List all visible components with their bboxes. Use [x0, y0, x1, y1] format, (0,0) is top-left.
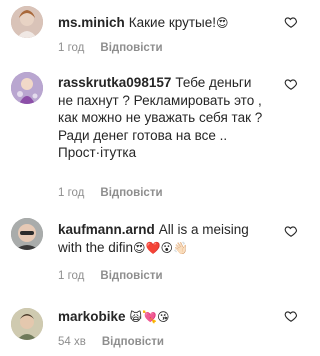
reply-button[interactable]: Відповісти	[100, 270, 162, 282]
comment-text: Какие крутые!	[128, 15, 217, 30]
reply-button[interactable]: Відповісти	[100, 42, 162, 54]
heart-outline-icon[interactable]	[284, 224, 298, 238]
comment-meta: 1 год Відповісти	[58, 42, 179, 54]
comment-username[interactable]: rasskrutka098157	[58, 75, 171, 90]
reply-button[interactable]: Відповісти	[100, 187, 162, 199]
avatar[interactable]	[11, 308, 43, 340]
comment-emoji: 😍❤️😮👋🏻	[133, 240, 188, 255]
comment-username[interactable]: kaufmann.arnd	[58, 222, 155, 237]
comment-item: rasskrutka098157 Тебе деньги не пахнут ? …	[0, 66, 311, 206]
comment-body: markobike 🙀💘😘	[58, 308, 268, 327]
comment-meta: 1 год Відповісти	[58, 187, 179, 199]
comment-time: 1 год	[58, 270, 85, 282]
avatar[interactable]	[11, 72, 43, 104]
comment-username[interactable]: markobike	[58, 309, 126, 324]
comment-body: kaufmann.arnd All is a meising with the d…	[58, 221, 268, 257]
heart-outline-icon[interactable]	[284, 309, 298, 323]
avatar[interactable]	[11, 6, 43, 38]
comment-emoji: 🙀💘😘	[129, 310, 170, 324]
comment-username[interactable]: ms.minich	[58, 15, 125, 30]
comment-time: 54 хв	[58, 336, 86, 348]
comment-emoji: 😍	[216, 16, 229, 30]
comment-time: 1 год	[58, 187, 85, 199]
avatar[interactable]	[11, 218, 43, 250]
comment-item: kaufmann.arnd All is a meising with the d…	[0, 216, 311, 296]
comment-item: ms.minich Какие крутые!😍 1 год Відповісти	[0, 0, 311, 60]
comment-time: 1 год	[58, 42, 85, 54]
heart-outline-icon[interactable]	[284, 15, 298, 29]
comment-meta: 54 хв Відповісти	[58, 336, 180, 348]
heart-outline-icon[interactable]	[284, 77, 298, 91]
reply-button[interactable]: Відповісти	[102, 336, 164, 348]
comment-body: ms.minich Какие крутые!😍	[58, 14, 268, 33]
comment-meta: 1 год Відповісти	[58, 270, 179, 282]
comment-body: rasskrutka098157 Тебе деньги не пахнут ? …	[58, 74, 268, 162]
comment-item: markobike 🙀💘😘 54 хв Відповісти	[0, 300, 311, 356]
